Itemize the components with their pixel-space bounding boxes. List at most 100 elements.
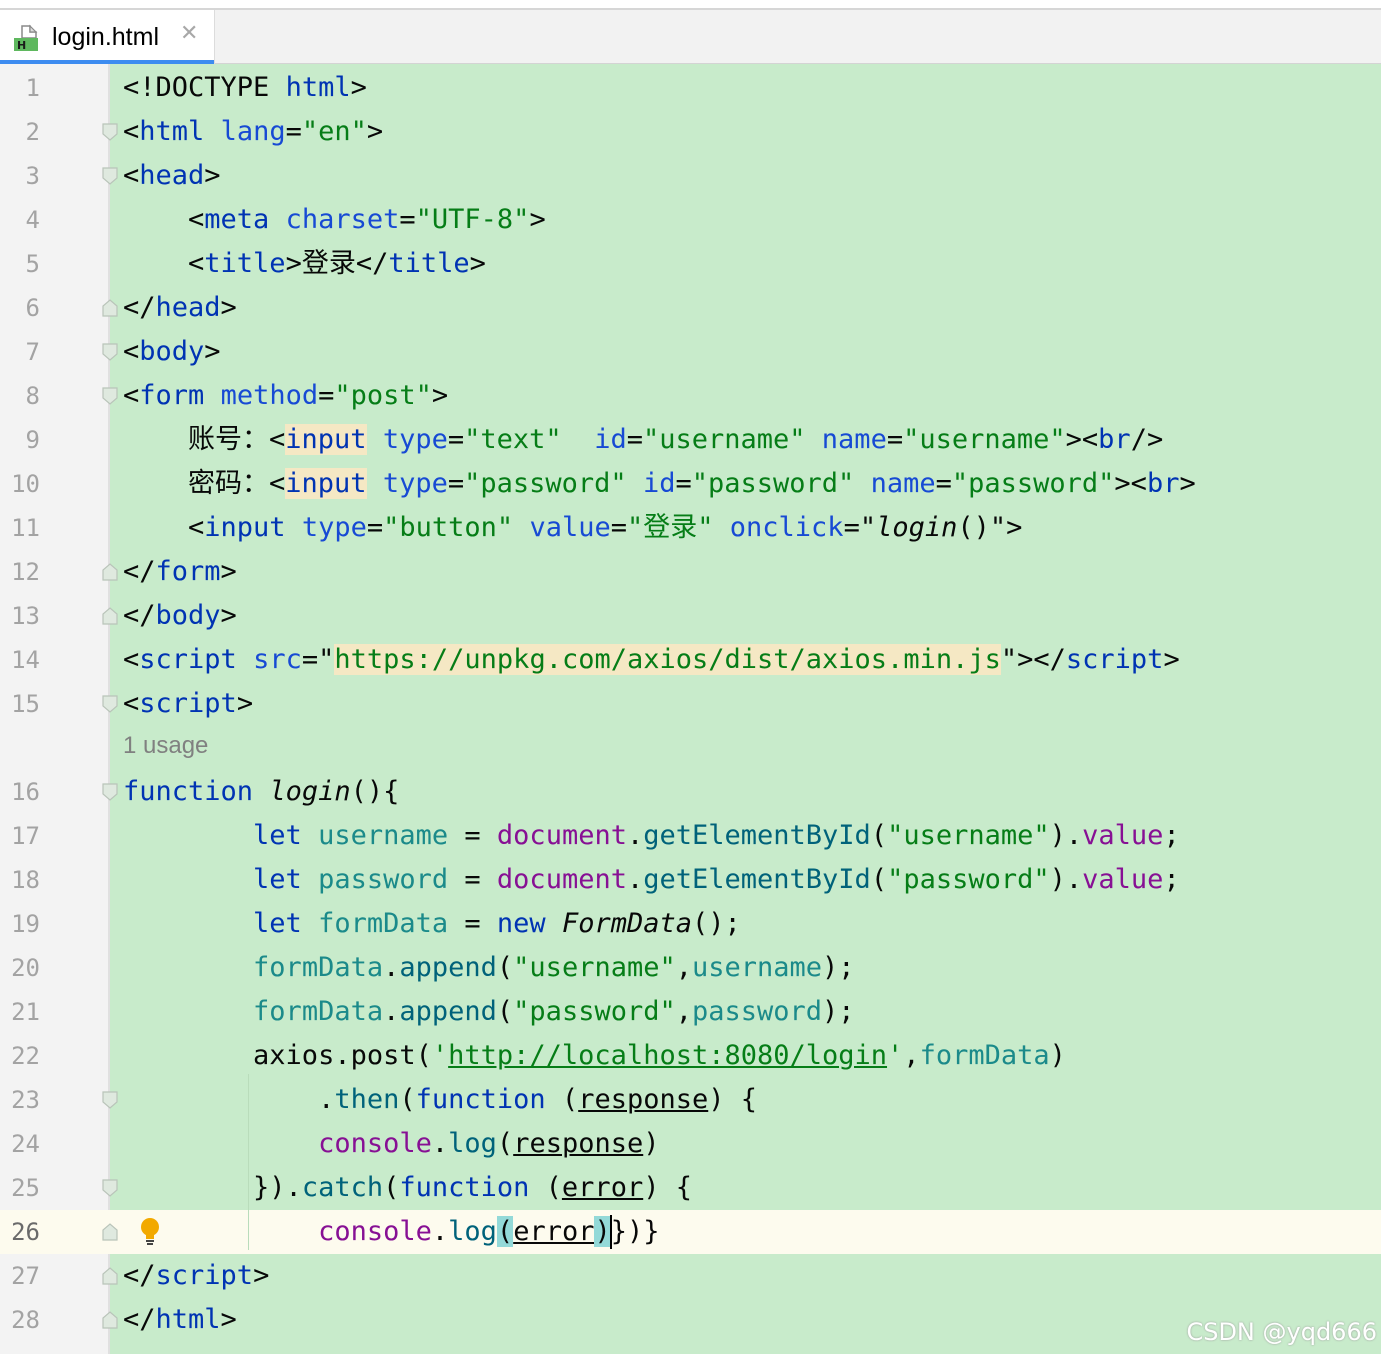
code-token: append xyxy=(399,996,497,1027)
code-line[interactable]: <input type="button" value="登录" onclick=… xyxy=(123,506,1022,550)
code-token: response xyxy=(513,1128,644,1159)
code-token: > xyxy=(220,556,237,587)
line-number: 15 xyxy=(11,690,40,718)
code-line[interactable]: let formData = new FormData(); xyxy=(123,902,741,946)
code-token: "username" xyxy=(903,424,1066,455)
code-line[interactable]: <meta charset="UTF-8"> xyxy=(123,198,546,242)
lightbulb-icon[interactable] xyxy=(138,1216,162,1246)
code-token: login xyxy=(269,776,351,807)
code-line[interactable]: console.log(error)})} xyxy=(123,1210,660,1254)
code-token: . xyxy=(431,1216,449,1247)
code-line[interactable]: let password = document.getElementById("… xyxy=(123,858,1180,902)
code-token: = xyxy=(610,512,627,543)
code-token: > xyxy=(220,292,237,323)
code-token: > xyxy=(1163,644,1180,675)
code-token: title xyxy=(204,248,286,279)
code-line[interactable]: axios.post('http://localhost:8080/login'… xyxy=(123,1034,1066,1078)
fold-close-icon[interactable] xyxy=(101,1310,119,1330)
code-token: getElementById xyxy=(643,864,871,895)
code-token: document xyxy=(496,820,627,851)
code-line[interactable]: </html> xyxy=(123,1298,237,1342)
line-number: 4 xyxy=(25,206,40,234)
code-line[interactable]: formData.append("username",username); xyxy=(123,946,855,990)
code-line[interactable]: .then(function (response) { xyxy=(123,1078,757,1122)
code-token: < xyxy=(123,336,140,367)
code-token: "登录" xyxy=(626,512,714,543)
code-token: formData xyxy=(253,952,384,983)
code-token: </ xyxy=(123,556,156,587)
code-line[interactable]: <form method="post"> xyxy=(123,374,448,418)
code-line[interactable]: }).catch(function (error) { xyxy=(123,1166,692,1210)
code-line[interactable]: let username = document.getElementById("… xyxy=(123,814,1180,858)
code-token: formData xyxy=(318,908,449,939)
editor-tab-login-html[interactable]: H login.html ✕ xyxy=(0,10,215,64)
code-token: script xyxy=(139,688,237,719)
code-line[interactable]: <title>登录</title> xyxy=(123,242,486,286)
code-token: < xyxy=(123,644,140,675)
code-token: ); xyxy=(822,952,855,983)
code-editor[interactable]: 1 <!DOCTYPE html> 2 <html lang="en"> 3 <head>… xyxy=(0,64,1381,1354)
code-token: ( xyxy=(496,1128,514,1159)
code-line[interactable]: </body> xyxy=(123,594,237,638)
code-token: = xyxy=(399,204,416,235)
code-token: ). xyxy=(1049,864,1083,895)
fold-open-icon[interactable] xyxy=(101,166,119,186)
code-token: < xyxy=(123,204,205,235)
code-token: (){ xyxy=(350,776,400,807)
fold-close-icon[interactable] xyxy=(101,1222,119,1242)
code-token: = xyxy=(447,424,465,455)
fold-open-icon[interactable] xyxy=(101,386,119,406)
code-line[interactable]: formData.append("password",password); xyxy=(123,990,855,1034)
fold-close-icon[interactable] xyxy=(101,298,119,318)
fold-close-icon[interactable] xyxy=(101,562,119,582)
line-number: 12 xyxy=(11,558,40,586)
code-token: (); xyxy=(692,908,741,939)
text-caret xyxy=(610,1215,612,1249)
code-line[interactable]: <head> xyxy=(123,154,221,198)
code-line[interactable]: function login(){ xyxy=(123,770,399,814)
code-token: 密码：< xyxy=(123,468,286,499)
code-token: password xyxy=(318,864,449,895)
code-token: log xyxy=(448,1216,497,1247)
code-token: "username" xyxy=(513,952,676,983)
fold-open-icon[interactable] xyxy=(101,782,119,802)
line-number: 24 xyxy=(11,1130,40,1158)
line-number: 28 xyxy=(11,1306,40,1334)
code-token: ). xyxy=(1049,820,1083,851)
code-token: = xyxy=(675,468,692,499)
code-line[interactable]: </head> xyxy=(123,286,237,330)
fold-open-icon[interactable] xyxy=(101,342,119,362)
code-line[interactable]: </form> xyxy=(123,550,237,594)
code-token: function xyxy=(123,776,254,807)
line-number: 19 xyxy=(11,910,40,938)
usage-hint[interactable]: 1 usage xyxy=(123,724,208,768)
close-icon[interactable]: ✕ xyxy=(180,21,198,46)
code-line[interactable]: 账号：<input type="text" id="username" name… xyxy=(123,418,1163,462)
code-token: > xyxy=(366,116,384,147)
code-line[interactable]: console.log(response) xyxy=(123,1122,659,1166)
fold-close-icon[interactable] xyxy=(101,1266,119,1286)
fold-open-icon[interactable] xyxy=(101,694,119,714)
code-line[interactable]: </script> xyxy=(123,1254,269,1298)
code-line[interactable]: <script> xyxy=(123,682,253,726)
code-line[interactable]: 密码：<input type="password" id="password" … xyxy=(123,462,1196,506)
code-token: onclick xyxy=(729,512,844,543)
code-token: src xyxy=(253,644,302,675)
fold-close-icon[interactable] xyxy=(101,606,119,626)
line-number: 22 xyxy=(11,1042,40,1070)
code-token: ( xyxy=(496,996,514,1027)
code-line[interactable]: <body> xyxy=(123,330,221,374)
fold-open-icon[interactable] xyxy=(101,122,119,142)
code-line[interactable]: <script src="https://unpkg.com/axios/dis… xyxy=(123,638,1180,682)
fold-open-icon[interactable] xyxy=(101,1178,119,1198)
code-line[interactable]: <!DOCTYPE html> xyxy=(123,66,367,110)
code-line[interactable]: <html lang="en"> xyxy=(123,110,383,154)
fold-open-icon[interactable] xyxy=(101,1090,119,1110)
